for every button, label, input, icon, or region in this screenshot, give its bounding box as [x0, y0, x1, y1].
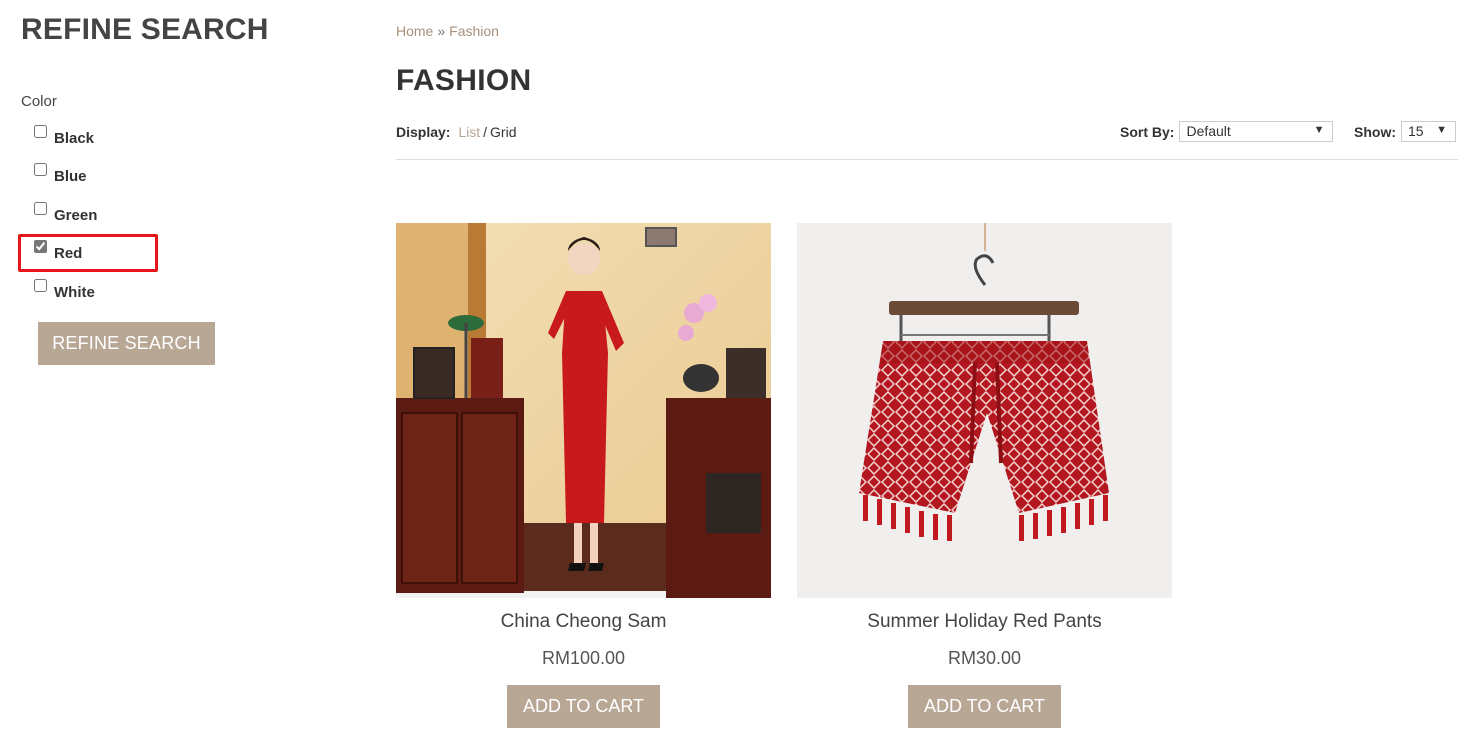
display-grid-link[interactable]: Grid [490, 124, 516, 140]
product-name[interactable]: Summer Holiday Red Pants [797, 611, 1172, 633]
color-filter-label: Color [21, 93, 57, 110]
filter-red-label: Red [54, 245, 83, 263]
product-card: Summer Holiday Red Pants RM30.00 ADD TO … [797, 223, 1172, 728]
breadcrumb-home-link[interactable]: Home [396, 23, 433, 39]
breadcrumb-current-link[interactable]: Fashion [449, 23, 499, 39]
filter-black[interactable]: Black [34, 116, 351, 155]
filter-red[interactable]: Red [18, 232, 351, 272]
refine-sidebar: REFINE SEARCH Color Black Blue Green Red… [18, 12, 351, 365]
filter-green[interactable]: Green [34, 193, 351, 232]
refine-search-title: REFINE SEARCH [21, 13, 269, 46]
display-list-link[interactable]: List [458, 124, 480, 140]
sort-by-label: Sort By: [1120, 123, 1175, 140]
filter-blue-label: Blue [54, 168, 87, 186]
filter-black-checkbox[interactable] [34, 124, 47, 138]
add-to-cart-button[interactable]: ADD TO CART [908, 685, 1061, 728]
filter-green-label: Green [54, 206, 98, 224]
show-count-value: 15 [1408, 123, 1424, 139]
show-label: Show: [1354, 123, 1396, 140]
product-price: RM30.00 [947, 648, 1022, 668]
dropdown-arrow-icon: ▼ [1313, 124, 1325, 136]
breadcrumb: Home» Fashion [396, 23, 499, 39]
filter-blue[interactable]: Blue [34, 155, 351, 194]
breadcrumb-separator: » [437, 23, 446, 39]
listing-toolbar: Display: List / Grid Sort By: Default ▼ Sh… [396, 121, 1458, 160]
display-separator: / [483, 124, 488, 140]
color-filter-list: Black Blue Green Red White [18, 116, 351, 309]
refine-search-button[interactable]: REFINE SEARCH [38, 321, 215, 365]
red-pants-photo [797, 223, 1172, 598]
sort-by-control: Sort By: Default ▼ [1120, 121, 1334, 142]
filter-black-label: Black [54, 129, 95, 147]
filter-blue-checkbox[interactable] [34, 163, 47, 177]
filter-white-label: White [54, 283, 95, 301]
filter-white-checkbox[interactable] [34, 278, 47, 292]
dropdown-arrow-icon: ▼ [1436, 124, 1447, 136]
add-to-cart-button[interactable]: ADD TO CART [507, 685, 660, 728]
product-price: RM100.00 [541, 648, 626, 668]
display-label: Display: [396, 124, 451, 140]
product-grid: China Cheong Sam RM100.00 ADD TO CART Su… [396, 223, 1172, 728]
sort-by-value: Default [1186, 123, 1231, 139]
product-card: China Cheong Sam RM100.00 ADD TO CART [396, 223, 771, 728]
sort-by-select[interactable]: Default ▼ [1179, 121, 1334, 142]
filter-white[interactable]: White [34, 270, 351, 309]
cheong-sam-photo [396, 223, 771, 598]
product-name[interactable]: China Cheong Sam [396, 611, 771, 633]
show-count-control: Show: 15 ▼ [1354, 121, 1456, 142]
display-mode: Display: List / Grid [396, 124, 517, 140]
product-image-cheong-sam[interactable] [396, 223, 771, 598]
product-image-red-pants[interactable] [797, 223, 1172, 598]
page-title: FASHION [396, 64, 532, 97]
filter-red-checkbox[interactable] [34, 240, 47, 254]
show-count-select[interactable]: 15 ▼ [1401, 121, 1456, 142]
filter-green-checkbox[interactable] [34, 201, 47, 215]
